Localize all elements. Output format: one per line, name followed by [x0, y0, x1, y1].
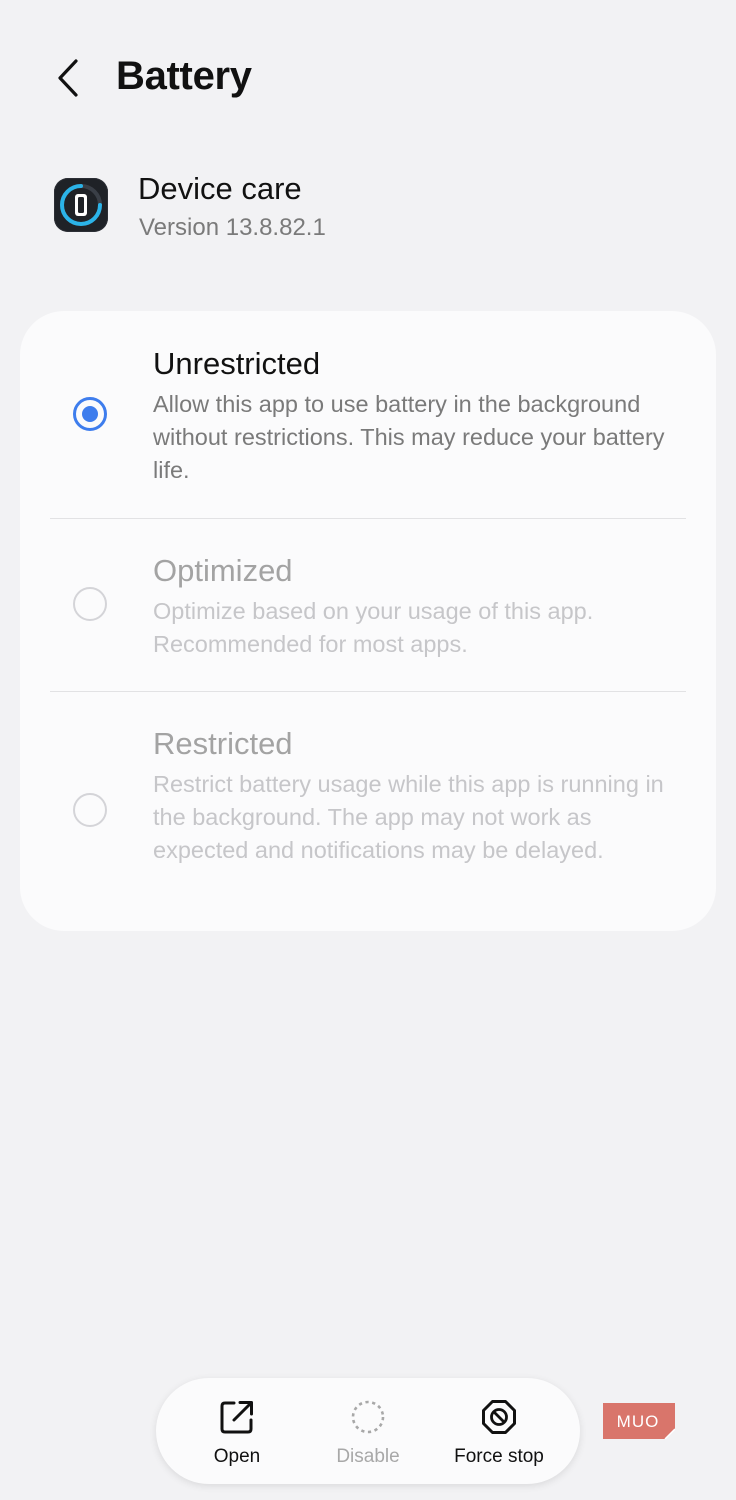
chevron-left-icon	[58, 59, 78, 97]
radio-optimized[interactable]	[73, 587, 107, 621]
option-description: Optimize based on your usage of this app…	[153, 598, 594, 657]
header: Battery	[0, 0, 736, 150]
radio-restricted[interactable]	[73, 793, 107, 827]
option-description: Restrict battery usage while this app is…	[153, 771, 664, 863]
disable-icon	[351, 1400, 385, 1434]
app-info: Device care Version 13.8.82.1	[0, 165, 736, 255]
option-restricted[interactable]: Restricted Restrict battery usage while …	[20, 692, 716, 931]
svg-text:MUO: MUO	[617, 1412, 660, 1431]
bottom-action-bar: Open Disable Force stop	[156, 1378, 580, 1484]
force-stop-label: Force stop	[454, 1446, 544, 1467]
force-stop-button[interactable]: Force stop	[433, 1378, 565, 1484]
radio-unrestricted[interactable]	[73, 397, 107, 431]
option-optimized[interactable]: Optimized Optimize based on your usage o…	[20, 519, 716, 691]
option-description: Allow this app to use battery in the bac…	[153, 391, 665, 483]
open-button[interactable]: Open	[171, 1378, 303, 1484]
page-title: Battery	[116, 54, 252, 98]
option-unrestricted[interactable]: Unrestricted Allow this app to use batte…	[20, 311, 716, 518]
app-name: Device care	[138, 171, 302, 206]
option-title: Optimized	[153, 553, 293, 588]
device-care-icon	[54, 178, 108, 232]
option-title: Unrestricted	[153, 346, 321, 381]
disable-label: Disable	[336, 1446, 400, 1467]
force-stop-icon	[482, 1400, 516, 1434]
disable-button: Disable	[302, 1378, 434, 1484]
open-label: Open	[213, 1446, 261, 1467]
back-button[interactable]	[44, 52, 92, 104]
option-title: Restricted	[153, 726, 293, 761]
open-external-icon	[220, 1401, 253, 1434]
muo-watermark-logo: MUO	[603, 1403, 676, 1440]
app-version: Version 13.8.82.1	[139, 214, 326, 241]
battery-options-card: Unrestricted Allow this app to use batte…	[20, 311, 716, 931]
